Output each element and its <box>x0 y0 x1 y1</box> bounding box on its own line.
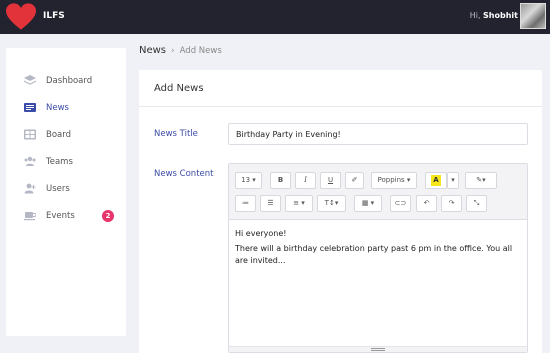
magic-wand-icon: ✎▾ <box>476 176 486 184</box>
sidebar-item-label: News <box>46 103 69 113</box>
greeting-text: Hi, <box>469 11 481 20</box>
color-dropdown[interactable]: ▾ <box>447 172 459 189</box>
font-family-dropdown[interactable]: Poppins ▾ <box>371 172 417 189</box>
sidebar-item-news[interactable]: News <box>6 98 126 118</box>
ordered-list-icon: ≔ <box>242 199 249 207</box>
divider <box>139 106 542 107</box>
sidebar-item-users[interactable]: Users <box>6 179 126 199</box>
notification-badge: 2 <box>102 210 114 222</box>
rich-text-editor: 13 ▾ B I U ✐ Poppins ▾ A ▾ ✎▾ ≔ ☰ ≡ ▾ T↕… <box>228 163 528 353</box>
top-bar: ILFS Hi, Shobhit <box>0 0 550 34</box>
highlight-color-button[interactable]: A <box>425 172 447 189</box>
breadcrumb-current: Add News <box>179 46 222 56</box>
redo-button[interactable]: ↷ <box>441 195 462 212</box>
sidebar-item-board[interactable]: Board <box>6 125 126 145</box>
user-add-icon <box>24 183 36 194</box>
table-dropdown[interactable]: ▦ ▾ <box>354 195 382 212</box>
coffee-icon <box>24 212 36 221</box>
align-dropdown[interactable]: ≡ ▾ <box>285 195 313 212</box>
sidebar-item-label: Teams <box>46 157 73 167</box>
layers-icon <box>24 75 36 85</box>
clear-format-button[interactable]: ✐ <box>345 172 364 189</box>
user-greeting[interactable]: Hi, Shobhit <box>470 11 518 20</box>
news-title-label: News Title <box>154 129 198 139</box>
magic-style-button[interactable]: ✎▾ <box>465 172 497 189</box>
font-size-dropdown[interactable]: 13 ▾ <box>235 172 262 189</box>
align-icon: ≡ ▾ <box>293 199 305 207</box>
undo-button[interactable]: ↶ <box>416 195 437 212</box>
app-name[interactable]: ILFS <box>43 11 65 21</box>
italic-button[interactable]: I <box>295 172 316 189</box>
fullscreen-icon: ⤡ <box>473 199 480 207</box>
chevron-right-icon: › <box>171 46 175 56</box>
breadcrumb: News › Add News <box>139 45 222 56</box>
unordered-list-button[interactable]: ☰ <box>260 195 281 212</box>
sidebar-item-label: Events <box>46 211 75 221</box>
avatar[interactable] <box>520 3 546 29</box>
user-name: Shobhit <box>483 11 518 20</box>
sidebar-item-teams[interactable]: Teams <box>6 152 126 172</box>
grip-icon <box>371 348 385 351</box>
link-icon: ⊂⊃ <box>394 199 407 207</box>
sidebar-item-dashboard[interactable]: Dashboard <box>6 71 126 91</box>
board-icon <box>24 129 36 140</box>
editor-resize-handle[interactable] <box>229 346 527 352</box>
text-height-icon: T↕▾ <box>324 199 339 207</box>
news-title-input[interactable] <box>228 123 528 145</box>
content-paragraph: Hi everyone! <box>235 229 287 238</box>
sidebar: Dashboard News Board Teams Users Events … <box>6 48 126 336</box>
ordered-list-button[interactable]: ≔ <box>235 195 256 212</box>
undo-icon: ↶ <box>423 199 430 207</box>
card-title: Add News <box>154 83 204 94</box>
unordered-list-icon: ☰ <box>267 199 274 207</box>
sidebar-item-events[interactable]: Events 2 <box>6 206 126 226</box>
underline-button[interactable]: U <box>320 172 341 189</box>
breadcrumb-section[interactable]: News <box>139 45 166 56</box>
line-height-dropdown[interactable]: T↕▾ <box>317 195 346 212</box>
eraser-icon: ✐ <box>351 176 358 184</box>
link-button[interactable]: ⊂⊃ <box>390 195 411 212</box>
editor-content-area[interactable]: Hi everyone! There will a birthday celeb… <box>235 228 525 270</box>
table-icon: ▦ ▾ <box>361 199 375 207</box>
sidebar-item-label: Dashboard <box>46 76 93 86</box>
redo-icon: ↷ <box>448 199 455 207</box>
heart-icon[interactable] <box>6 3 36 31</box>
add-news-card: Add News News Title News Content 13 ▾ B … <box>139 70 542 353</box>
highlight-icon: A <box>431 175 441 186</box>
bold-button[interactable]: B <box>270 172 291 189</box>
sidebar-item-label: Board <box>46 130 71 140</box>
sidebar-item-label: Users <box>46 184 70 194</box>
news-icon <box>24 103 36 112</box>
teams-icon <box>24 156 36 166</box>
content-paragraph: There will a birthday celebration party … <box>235 244 513 265</box>
editor-toolbar: 13 ▾ B I U ✐ Poppins ▾ A ▾ ✎▾ ≔ ☰ ≡ ▾ T↕… <box>229 164 527 220</box>
fullscreen-button[interactable]: ⤡ <box>466 195 487 212</box>
news-content-label: News Content <box>154 169 214 179</box>
